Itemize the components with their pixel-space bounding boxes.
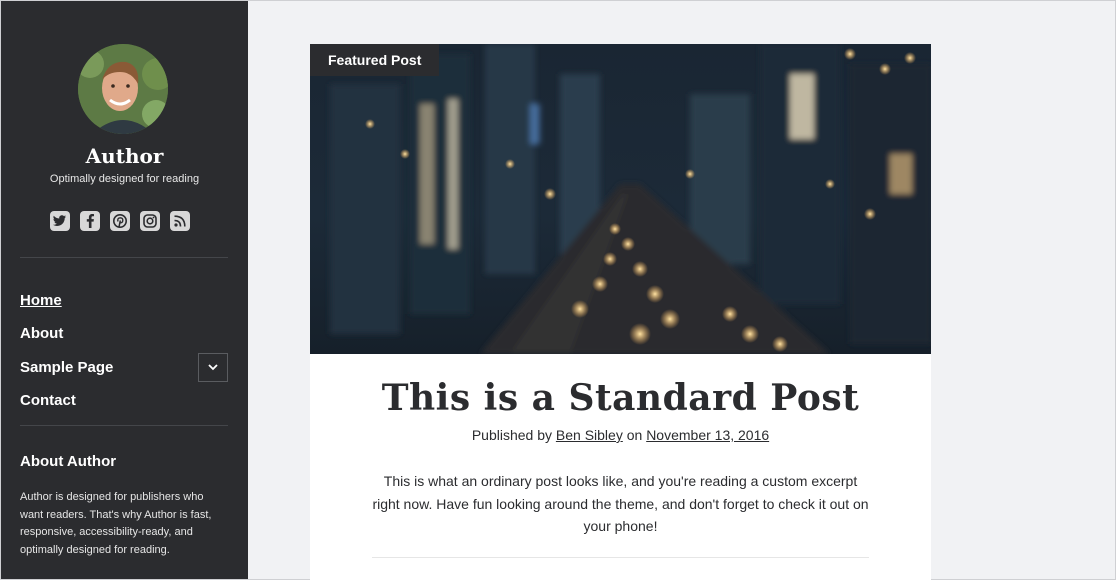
- post-card: Featured Post This is a Standard Post Pu…: [310, 44, 931, 580]
- instagram-icon[interactable]: [140, 211, 160, 231]
- author-link[interactable]: Ben Sibley: [556, 427, 623, 443]
- site-title[interactable]: Author: [1, 144, 248, 168]
- twitter-icon[interactable]: [50, 211, 70, 231]
- author-avatar[interactable]: [78, 44, 168, 134]
- nav-item-sample-page[interactable]: Sample Page: [20, 351, 228, 385]
- meta-on: on: [626, 427, 643, 443]
- nav-item-label: About: [20, 325, 64, 343]
- site-tagline: Optimally designed for reading: [49, 173, 200, 185]
- widget-text: Author is designed for publishers who wa…: [20, 491, 212, 556]
- sidebar-divider: [20, 425, 228, 426]
- post-excerpt: This is what an ordinary post looks like…: [372, 473, 869, 534]
- primary-nav: Home About Sample Page Contact: [20, 284, 228, 418]
- widget-title: About Author: [20, 453, 117, 470]
- date-link[interactable]: November 13, 2016: [646, 427, 769, 443]
- post-meta: Published by Ben Sibley on November 13, …: [310, 427, 931, 443]
- submenu-toggle-button[interactable]: [198, 353, 228, 383]
- sidebar-divider: [20, 257, 228, 258]
- featured-image[interactable]: Featured Post: [310, 44, 931, 354]
- facebook-icon[interactable]: [80, 211, 100, 231]
- post-divider: [372, 557, 869, 558]
- nav-item-contact[interactable]: Contact: [20, 385, 228, 419]
- featured-post-badge: Featured Post: [310, 44, 440, 76]
- nav-item-label: Sample Page: [20, 358, 114, 376]
- rss-icon[interactable]: [170, 211, 190, 231]
- social-icons: [50, 211, 190, 231]
- nav-item-about[interactable]: About: [20, 318, 228, 352]
- meta-published-by: Published by: [471, 427, 552, 443]
- chevron-down-icon: [208, 364, 218, 371]
- pinterest-icon[interactable]: [110, 211, 130, 231]
- sidebar: Author Optimally designed for reading Ho…: [1, 1, 248, 579]
- nav-item-label: Contact: [20, 392, 76, 410]
- post-title[interactable]: This is a Standard Post: [310, 377, 931, 419]
- nav-item-home[interactable]: Home: [20, 284, 228, 318]
- nav-item-label: Home: [20, 291, 62, 309]
